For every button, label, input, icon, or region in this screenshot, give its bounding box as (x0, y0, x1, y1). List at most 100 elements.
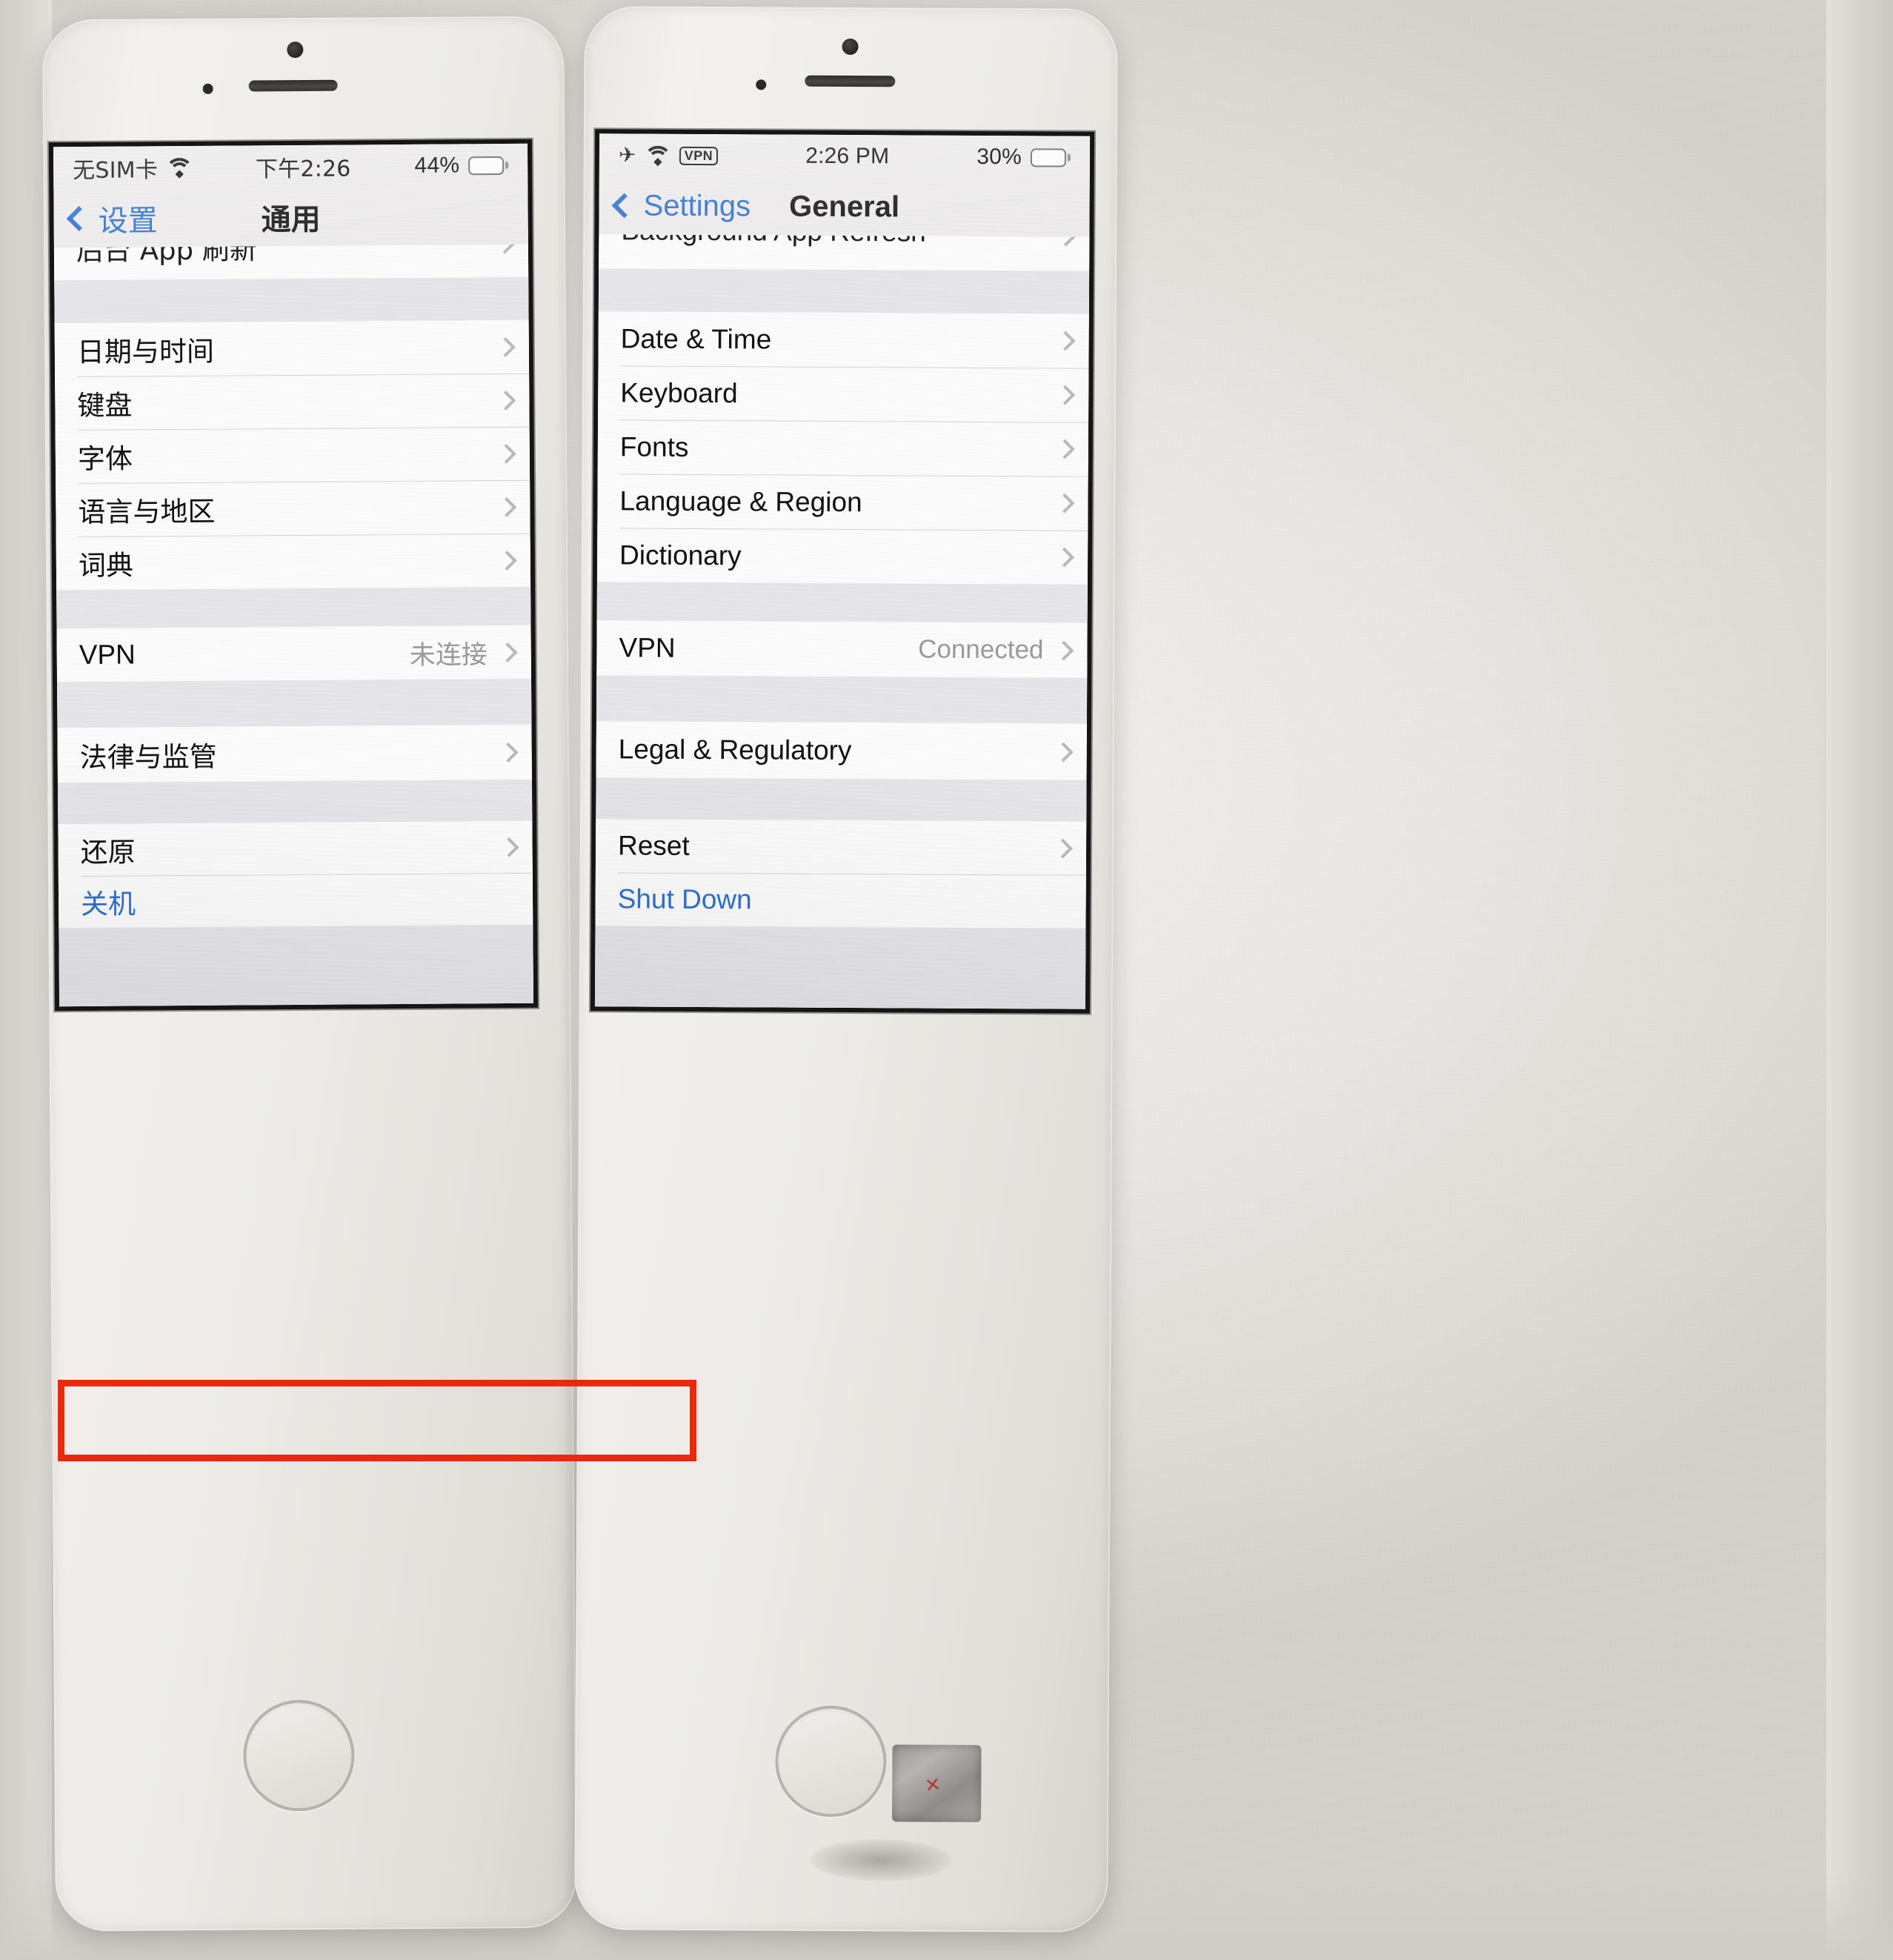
section-gap (596, 675, 1088, 724)
carrier-label: 无SIM卡 (73, 157, 159, 185)
chevron-right-icon (1055, 385, 1076, 405)
row-label: Background App Refresh (621, 234, 1059, 248)
surface-smudge (810, 1838, 951, 1881)
row-date-time[interactable]: 日期与时间 (54, 319, 530, 377)
group-background-refresh: Background App Refresh (599, 234, 1090, 271)
status-bar-time: 2:26 PM (805, 143, 890, 169)
chevron-right-icon (498, 742, 519, 763)
section-gap (57, 779, 533, 825)
back-button-settings[interactable]: Settings (611, 189, 751, 223)
earpiece-speaker-left (248, 79, 338, 92)
back-button-label: 设置 (98, 204, 158, 239)
residue-red-mark: ✕ (923, 1773, 942, 1798)
settings-list-left[interactable]: 后台 App 刷新 日期与时间 键盘 字体 语言与地区 词典 VPN 未连接 法… (53, 244, 534, 1007)
row-language-region[interactable]: Language & Region (597, 474, 1088, 531)
row-label: 词典 (78, 549, 134, 582)
row-label: 还原 (80, 836, 136, 869)
row-language-region[interactable]: 语言与地区 (56, 479, 530, 537)
chevron-right-icon (1054, 640, 1074, 661)
proximity-sensor-left (202, 83, 213, 94)
group-background-refresh: 后台 App 刷新 (53, 244, 529, 281)
row-legal-regulatory[interactable]: Legal & Regulatory (596, 721, 1087, 780)
front-camera-left (287, 41, 304, 59)
battery-percent-label: 30% (977, 144, 1022, 170)
row-reset[interactable]: Reset (595, 819, 1087, 875)
row-label: VPN (619, 632, 676, 663)
row-label: 语言与地区 (78, 495, 216, 529)
row-keyboard[interactable]: Keyboard (598, 365, 1089, 422)
chevron-right-icon (494, 244, 515, 254)
settings-list-right[interactable]: Background App Refresh Date & Time Keybo… (594, 234, 1090, 1009)
screen-left: 无SIM卡 下午2:26 44% 设置 通用 后台 App 刷新 日期与时间 键… (53, 143, 534, 1007)
section-gap (596, 777, 1087, 822)
row-label: Reset (617, 830, 690, 861)
row-label: 字体 (77, 442, 133, 476)
proximity-sensor-right (756, 79, 767, 90)
row-dictionary[interactable]: Dictionary (596, 528, 1088, 585)
chevron-right-icon (1053, 838, 1073, 858)
ios-settings-general-zh: 无SIM卡 下午2:26 44% 设置 通用 后台 App 刷新 日期与时间 键… (53, 143, 534, 1007)
row-legal-regulatory[interactable]: 法律与监管 (57, 724, 532, 783)
battery-icon (1030, 147, 1071, 167)
row-date-time[interactable]: Date & Time (598, 311, 1089, 368)
group-reset-shutdown: 还原 关机 (58, 820, 533, 928)
section-gap-bottom (59, 924, 534, 1007)
nav-bar-right: Settings General (599, 176, 1090, 237)
battery-percent-label: 44% (414, 153, 460, 178)
status-bar-right-cluster: 44% (414, 153, 509, 179)
row-background-app-refresh[interactable]: Background App Refresh (599, 234, 1090, 271)
row-vpn[interactable]: VPN 未连接 (56, 625, 531, 682)
nav-bar-left: 设置 通用 (53, 186, 528, 248)
section-gap (596, 582, 1088, 623)
row-background-app-refresh[interactable]: 后台 App 刷新 (53, 244, 529, 281)
desk-edge-right (1826, 0, 1893, 1960)
home-button-left[interactable] (242, 1699, 355, 1812)
row-label: 键盘 (77, 389, 133, 422)
chevron-right-icon (1053, 742, 1074, 762)
chevron-right-icon (495, 336, 516, 357)
row-dictionary[interactable]: 词典 (56, 533, 531, 591)
row-label: Fonts (619, 431, 689, 462)
chevron-right-icon (496, 390, 516, 411)
earpiece-speaker-right (805, 75, 896, 87)
status-bar-left-cluster: 无SIM卡 (73, 151, 194, 187)
row-reset[interactable]: 还原 (58, 820, 533, 877)
row-fonts[interactable]: 字体 (55, 426, 530, 484)
chevron-right-icon (496, 443, 516, 464)
row-fonts[interactable]: Fonts (597, 419, 1089, 476)
row-label: Keyboard (620, 376, 738, 408)
row-keyboard[interactable]: 键盘 (55, 373, 530, 431)
chevron-right-icon (1055, 330, 1076, 351)
status-bar-right-cluster: 30% (977, 144, 1071, 170)
row-label: Date & Time (620, 322, 772, 354)
battery-icon (468, 156, 509, 175)
vpn-status-icon: VPN (679, 146, 719, 165)
section-gap (56, 586, 531, 629)
chevron-left-icon (611, 193, 637, 219)
row-label: Shut Down (617, 883, 752, 915)
chevron-right-icon (1054, 493, 1075, 514)
group-datetime-dictionary: Date & Time Keyboard Fonts Language & Re… (596, 311, 1089, 585)
row-label: Legal & Regulatory (618, 734, 852, 766)
row-label: VPN (79, 639, 136, 671)
row-label: 日期与时间 (76, 335, 215, 369)
chevron-right-icon (497, 642, 518, 662)
row-label: 法律与监管 (79, 740, 217, 774)
group-legal: 法律与监管 (57, 724, 532, 783)
ios-settings-general-en: ✈ VPN 2:26 PM 30% Settings General Date … (594, 133, 1091, 1009)
group-legal: Legal & Regulatory (596, 721, 1087, 780)
back-button-settings[interactable]: 设置 (66, 196, 158, 240)
row-label: 后台 App 刷新 (76, 244, 257, 268)
chevron-right-icon (496, 496, 517, 517)
group-vpn: VPN 未连接 (56, 625, 531, 682)
row-shut-down[interactable]: Shut Down (595, 872, 1086, 928)
front-camera-right (842, 38, 859, 56)
chevron-left-icon (66, 206, 92, 231)
row-value: Connected (918, 634, 1044, 665)
row-vpn[interactable]: VPN Connected (596, 620, 1088, 678)
chevron-right-icon (1054, 439, 1075, 459)
home-button-right[interactable] (775, 1705, 887, 1818)
row-shut-down[interactable]: 关机 (58, 872, 533, 928)
section-gap-bottom (594, 926, 1086, 1009)
row-label: 关机 (80, 888, 136, 921)
